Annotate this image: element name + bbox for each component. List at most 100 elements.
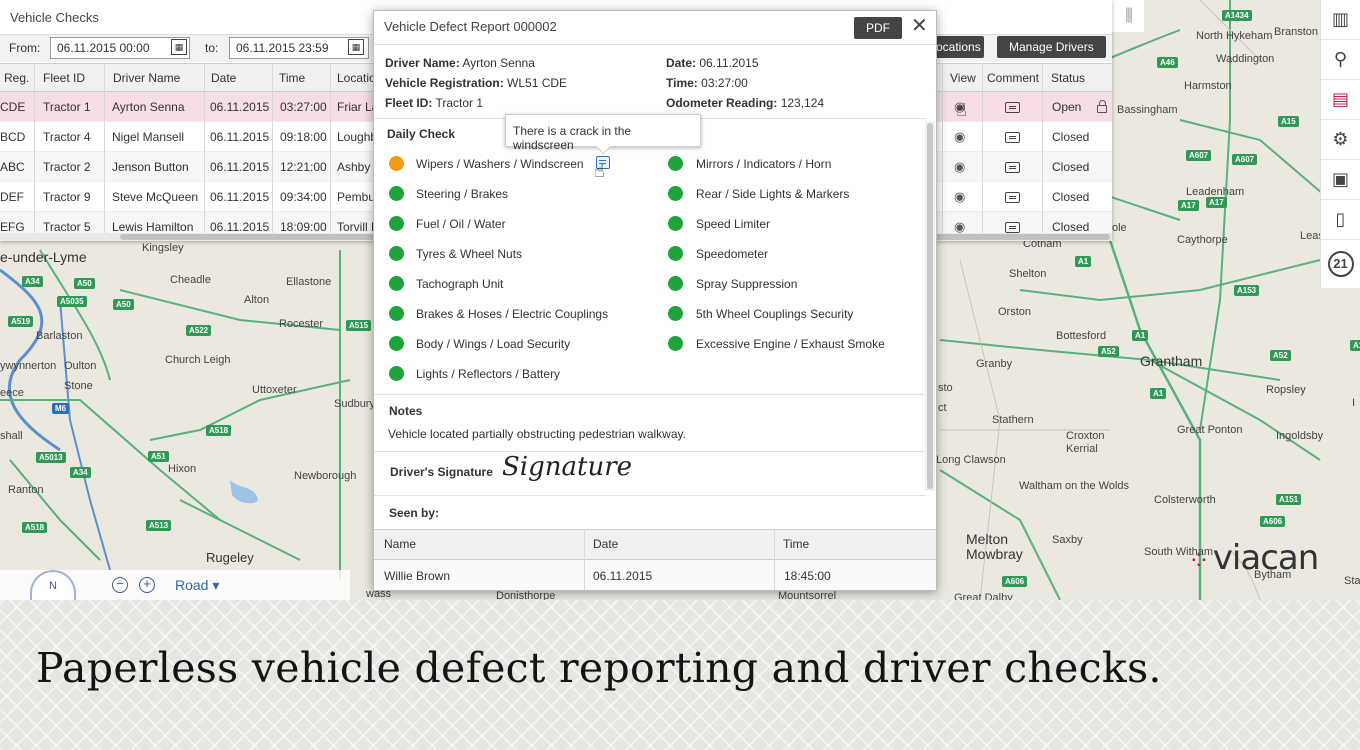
check-item: Speedometer [696, 247, 769, 261]
check-item: Mirrors / Indicators / Horn [696, 157, 832, 171]
notes-title: Notes [389, 404, 423, 418]
panel-resize-grip-icon[interactable]: ||| [1112, 0, 1144, 32]
scrollbar-thumb[interactable] [927, 123, 933, 489]
place-label: Rugeley [206, 550, 254, 565]
col-reg[interactable]: Reg. [4, 71, 29, 85]
comment-icon[interactable] [1005, 132, 1020, 143]
odometer-field: Odometer Reading: 123,124 [666, 96, 824, 110]
place-label: North Hykeham [1196, 30, 1273, 42]
fleet-id-label: Fleet ID: [385, 96, 433, 110]
cell-status: Closed [1052, 190, 1090, 204]
calendar-icon[interactable]: ▦ [171, 39, 187, 55]
view-eye-icon[interactable]: ◉ [954, 159, 965, 175]
date-field: Date: 06.11.2015 [666, 56, 759, 70]
check-item: Excessive Engine / Exhaust Smoke [696, 337, 885, 351]
report-document-icon[interactable]: ▤ [1321, 80, 1360, 120]
road-shield: M6 [52, 403, 70, 414]
map-style-dropdown[interactable]: Road ▾ [175, 577, 219, 594]
day-counter[interactable]: 21 [1321, 240, 1360, 288]
date-label: Date: [666, 56, 697, 70]
divider [374, 451, 926, 452]
road-shield: A153 [1234, 285, 1260, 296]
seen-by-header: Name Date Time [374, 529, 936, 560]
time-label: Time: [666, 76, 698, 90]
divider [374, 394, 926, 395]
hand-cursor-icon: ☝ [594, 161, 605, 181]
check-item: Body / Wings / Load Security [416, 337, 571, 351]
road-shield: A51 [148, 451, 169, 462]
place-label: Great Ponton [1177, 424, 1243, 436]
status-ok-dot [668, 276, 683, 291]
road-shield: A17 [1206, 197, 1227, 208]
place-label: Ropsley [1266, 384, 1306, 396]
col-comment[interactable]: Comment [987, 71, 1039, 85]
place-label: Sudbury [334, 398, 375, 410]
road-shield: A5013 [36, 452, 66, 463]
place-label: Alton [244, 294, 270, 306]
manage-drivers-button[interactable]: Manage Drivers [997, 36, 1106, 58]
unlock-icon[interactable] [1097, 100, 1107, 113]
col-date[interactable]: Date [211, 71, 236, 85]
cell-time: 03:27:00 [280, 100, 327, 114]
cell-location: Friar La [337, 100, 373, 114]
road-shield: A50 [74, 278, 95, 289]
odometer-label: Odometer Reading: [666, 96, 778, 110]
vertical-scrollbar[interactable] [925, 121, 935, 491]
check-item: Speed Limiter [696, 217, 771, 231]
place-label: Bassingham [1117, 104, 1178, 116]
cell-status: Closed [1052, 130, 1090, 144]
road-shield: A46 [1157, 57, 1178, 68]
close-icon[interactable]: ✕ [911, 15, 928, 37]
place-label: ole [1112, 222, 1127, 234]
column-divider [34, 63, 35, 233]
viacan-logo: ⁘ viacan [1188, 538, 1319, 578]
pdf-button[interactable]: PDF [854, 17, 902, 39]
contact-card-icon[interactable]: ▣ [1321, 160, 1360, 200]
exit-door-icon[interactable]: ▯ [1321, 200, 1360, 240]
zoom-in-button[interactable]: + [139, 577, 155, 593]
road-shield: A17 [1178, 200, 1199, 211]
map-icon[interactable]: ▥ [1321, 0, 1360, 40]
road-shield: A515 [346, 320, 372, 331]
col-driver-name[interactable]: Driver Name [113, 71, 180, 85]
locations-button[interactable]: ocations [936, 36, 984, 58]
col-fleet-id[interactable]: Fleet ID [43, 71, 85, 85]
check-item: Spray Suppression [696, 277, 798, 291]
cell-status: Closed [1052, 220, 1090, 234]
cell-date: 06.11.2015 [210, 130, 270, 144]
status-ok-dot [389, 306, 404, 321]
view-eye-icon[interactable]: ◉ [954, 189, 965, 205]
status-ok-dot [389, 246, 404, 261]
place-label: eece [0, 387, 24, 399]
col-time[interactable]: Time [279, 71, 305, 85]
check-item: Brakes & Hoses / Electric Couplings [416, 307, 609, 321]
cell-time: 12:21:00 [280, 160, 327, 174]
col-time: Time [783, 537, 810, 551]
logo-text: viacan [1212, 538, 1319, 578]
cell-fleet: Tractor 9 [43, 190, 91, 204]
hand-cursor-icon: ☝ [956, 100, 967, 120]
settings-gear-icon[interactable]: ⚙ [1321, 120, 1360, 160]
cell-driver: Nigel Mansell [112, 130, 185, 144]
road-shield: A606 [1260, 516, 1286, 527]
comment-icon[interactable] [1005, 102, 1020, 113]
view-eye-icon[interactable]: ◉ [954, 219, 965, 233]
comment-icon[interactable] [1005, 222, 1020, 233]
cell-fleet: Tractor 1 [43, 100, 91, 114]
zoom-out-button[interactable]: − [112, 577, 128, 593]
vehicle-reg-value: WL51 CDE [507, 76, 568, 90]
view-eye-icon[interactable]: ◉ [954, 129, 965, 145]
comment-icon[interactable] [1005, 192, 1020, 203]
from-date-input[interactable]: 06.11.2015 00:00 [50, 37, 190, 59]
comment-icon[interactable] [1005, 162, 1020, 173]
location-pin-icon[interactable]: ⚲ [1321, 40, 1360, 80]
col-date: Date [593, 537, 619, 551]
calendar-icon[interactable]: ▦ [348, 39, 364, 55]
check-item: Steering / Brakes [416, 187, 509, 201]
col-status[interactable]: Status [1051, 71, 1085, 85]
vehicle-reg-label: Vehicle Registration: [385, 76, 504, 90]
col-view[interactable]: View [950, 71, 976, 85]
defect-report-dialog: Vehicle Defect Report 000002 PDF ✕ Drive… [373, 10, 937, 591]
check-item: Tyres & Wheel Nuts [416, 247, 523, 261]
place-label: Long Clawson [936, 454, 1006, 466]
